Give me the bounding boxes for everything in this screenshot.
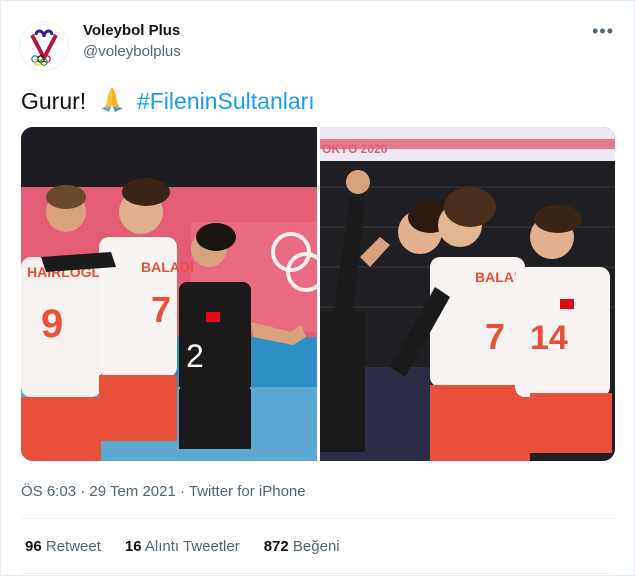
hashtag-link[interactable]: #FileninSultanları (137, 88, 315, 114)
jersey-number: 7 (151, 289, 171, 330)
jersey-number: 14 (530, 319, 568, 357)
account-handle[interactable]: @voleybolplus (83, 43, 181, 60)
retweets-stat[interactable]: 96 Retweet (25, 538, 101, 555)
jersey-number: 7 (485, 316, 505, 357)
quotes-count: 16 (124, 538, 142, 555)
tweet-text: Gurur! #FileninSultanları (21, 85, 315, 115)
likes-count: 872 (263, 538, 289, 555)
display-name[interactable]: Voleybol Plus (83, 22, 180, 39)
jersey-number: 9 (41, 302, 63, 346)
more-options-icon[interactable]: ••• (592, 21, 614, 42)
photo-1[interactable]: 9 HAİRLOGLU 7 BALADİ 2 (21, 127, 326, 461)
jersey-number: 2 (186, 338, 204, 374)
quotes-stat[interactable]: 16 Alıntı Tweetler (125, 538, 240, 555)
photo-2[interactable]: OKYO 2020 7 BALADİ 14 (320, 127, 615, 461)
retweets-label: Retweet (45, 538, 101, 555)
banner-text: OKYO 2020 (322, 142, 388, 156)
volleyball-heart-logo-icon (30, 29, 58, 66)
media-gallery: 9 HAİRLOGLU 7 BALADİ 2 OKYO 2020 7 BALAD… (21, 127, 615, 461)
tweet-stats: 96 Retweet 16 Alıntı Tweetler 872 Beğeni (25, 538, 340, 555)
tweet-body: Gurur! (21, 88, 87, 114)
jersey-name: BALADİ (141, 259, 194, 275)
avatar[interactable] (19, 21, 69, 71)
tweet-card: Voleybol Plus @voleybolplus ••• Gurur! #… (0, 0, 635, 576)
divider (21, 573, 614, 574)
divider (21, 518, 614, 519)
quotes-label: Alıntı Tweetler (144, 538, 240, 555)
tweet-timestamp[interactable]: ÖS 6:03 · 29 Tem 2021 · Twitter for iPho… (21, 483, 306, 500)
likes-stat[interactable]: 872 Beğeni (264, 538, 340, 555)
retweets-count: 96 (25, 538, 42, 555)
likes-label: Beğeni (292, 538, 340, 555)
folded-hands-icon (97, 85, 127, 113)
